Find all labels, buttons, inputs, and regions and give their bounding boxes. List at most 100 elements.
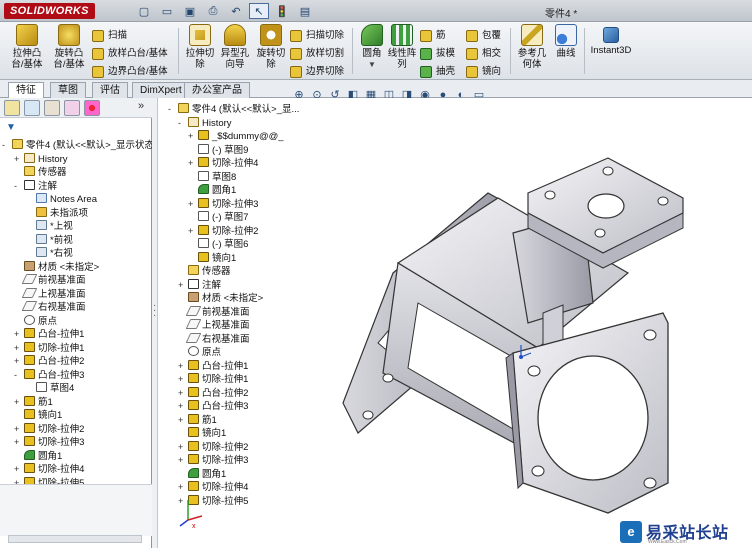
tree-item[interactable]: + 凸台-拉伸3 (178, 400, 248, 413)
tree-item[interactable]: + 切除-拉伸4 (14, 463, 84, 476)
tab-feature[interactable]: 特征 (8, 82, 44, 99)
tree-item[interactable]: + 筋1 (14, 395, 53, 409)
tree-item[interactable]: 未指派项 (26, 206, 88, 220)
sweep-button[interactable]: 扫描 (92, 28, 127, 44)
reference-geometry-button[interactable]: 参考几 何体 (513, 24, 551, 76)
undo-icon[interactable]: ↶ (226, 3, 246, 19)
expand-toggle-icon[interactable]: + (14, 328, 22, 341)
tree-item[interactable]: 镜向1 (178, 427, 226, 440)
tree-item[interactable]: - History (178, 116, 232, 130)
rib-button[interactable]: 筋 (420, 28, 446, 44)
loft-boss-button[interactable]: 放样凸台/基体 (92, 46, 168, 62)
expand-toggle-icon[interactable]: + (178, 387, 186, 400)
tab-sketch[interactable]: 草图 (50, 82, 86, 98)
extrude-boss-button[interactable]: 拉伸凸 台/基体 (8, 24, 46, 76)
swept-cut-button[interactable]: 扫描切除 (290, 28, 344, 44)
expand-toggle-icon[interactable]: + (188, 198, 196, 211)
tree-item[interactable]: + 切除-拉伸4 (178, 481, 248, 494)
tree-item[interactable]: 传感器 (178, 265, 231, 278)
tree-item[interactable]: 圆角1 (188, 184, 236, 197)
tree-item[interactable]: + 凸台-拉伸2 (178, 386, 248, 400)
tree-item[interactable]: 材质 <未指定> (14, 260, 99, 274)
expand-toggle-icon[interactable]: + (178, 400, 186, 413)
expand-toggle-icon[interactable]: + (188, 225, 196, 238)
draft-button[interactable]: 拔模 (420, 46, 455, 62)
tree-item[interactable]: (-) 草图6 (188, 238, 248, 251)
open-folder-icon[interactable]: ▭ (157, 3, 177, 19)
mirror-button[interactable]: 镜向 (466, 64, 501, 80)
tree-root[interactable]: - 零件4 (默认<<默认>_显... (168, 103, 299, 116)
tree-item[interactable]: 原点 (178, 346, 221, 359)
expand-toggle-icon[interactable]: - (14, 369, 22, 382)
tree-item[interactable]: *上视 (26, 220, 73, 233)
boundary-boss-button[interactable]: 边界凸台/基体 (92, 64, 168, 80)
property-manager-icon[interactable] (24, 100, 40, 116)
tree-item[interactable]: + 切除-拉伸3 (188, 197, 258, 211)
tree-item[interactable]: + 切除-拉伸3 (178, 454, 248, 467)
select-cursor-icon[interactable]: ↖ (249, 3, 269, 19)
expand-toggle-icon[interactable]: + (178, 414, 186, 427)
expand-toggle-icon[interactable]: + (178, 454, 186, 467)
shell-button[interactable]: 抽壳 (420, 64, 455, 80)
wrap-button[interactable]: 包覆 (466, 28, 501, 44)
tree-item[interactable]: 圆角1 (14, 449, 62, 463)
dimxpert-manager-icon[interactable] (64, 100, 80, 116)
options-icon[interactable]: ▤ (295, 3, 315, 19)
tree-root[interactable]: - 零件4 (默认<<默认>_显示状态 (2, 139, 154, 152)
tree-item[interactable]: *前视 (26, 233, 73, 247)
tree-item[interactable]: 传感器 (14, 166, 67, 179)
display-manager-icon[interactable] (84, 100, 100, 116)
configuration-manager-icon[interactable] (44, 100, 60, 116)
rebuild-icon[interactable]: 🚦 (272, 3, 292, 19)
tree-item[interactable]: + 凸台-拉伸1 (178, 359, 248, 373)
tree-item[interactable]: (-) 草图9 (188, 143, 248, 157)
revolve-cut-button[interactable]: 旋转切除 (252, 24, 290, 76)
tree-item[interactable]: + 注解 (178, 278, 221, 292)
tree-item[interactable]: + 筋1 (178, 413, 217, 427)
tree-item[interactable]: 镜向1 (188, 251, 236, 265)
expand-toggle-icon[interactable]: + (178, 360, 186, 373)
expand-toggle-icon[interactable]: + (14, 463, 22, 476)
tree-item[interactable]: 前视基准面 (14, 274, 86, 287)
expand-toggle-icon[interactable]: + (14, 436, 22, 449)
print-icon[interactable]: ⎙ (203, 3, 223, 19)
expand-toggle-icon[interactable]: - (178, 117, 186, 130)
tree-item[interactable]: Notes Area (26, 193, 97, 206)
tree-item[interactable]: - 注解 (14, 179, 57, 193)
tree-item[interactable]: + 切除-拉伸2 (178, 440, 248, 454)
tree-item[interactable]: + 切除-拉伸2 (188, 224, 258, 238)
expand-toggle-icon[interactable]: + (178, 441, 186, 454)
tree-item[interactable]: + 切除-拉伸1 (178, 373, 248, 386)
tree-item[interactable]: 右视基准面 (178, 332, 250, 346)
tree-item[interactable]: *右视 (26, 247, 73, 260)
new-doc-icon[interactable]: ▢ (134, 3, 154, 19)
expand-toggle-icon[interactable]: + (14, 423, 22, 436)
tree-item[interactable]: 材质 <未指定> (178, 292, 263, 305)
expand-toggle-icon[interactable]: + (14, 342, 22, 355)
feature-manager-icon[interactable] (4, 100, 20, 116)
tree-item[interactable]: + 切除-拉伸2 (14, 422, 84, 436)
expand-toggle-icon[interactable]: + (188, 157, 196, 170)
tree-item[interactable]: 草图4 (26, 382, 74, 395)
fillet-dropdown-icon[interactable]: ▼ (368, 60, 376, 69)
collapse-toggle-icon[interactable]: - (2, 139, 10, 152)
linear-pattern-button[interactable]: 线性阵列 (383, 24, 421, 76)
tree-item[interactable]: - 凸台-拉伸3 (14, 368, 84, 382)
tree-item[interactable]: 前视基准面 (178, 305, 250, 319)
filter-icon[interactable]: ▼ (6, 122, 20, 134)
tab-dimxpert[interactable]: DimXpert (132, 82, 190, 98)
tree-item[interactable]: 圆角1 (178, 467, 226, 481)
revolve-boss-button[interactable]: 旋转凸 台/基体 (50, 24, 88, 76)
expand-toggle-icon[interactable]: - (14, 180, 22, 193)
expand-toggle-icon[interactable]: + (178, 481, 186, 494)
tab-evaluate[interactable]: 评估 (92, 82, 128, 98)
horizontal-scrollbar[interactable] (8, 535, 142, 543)
tree-item[interactable]: 镜向1 (14, 409, 62, 422)
hole-wizard-button[interactable]: 异型孔 向导 (216, 24, 254, 76)
tree-item[interactable]: + 凸台-拉伸1 (14, 328, 84, 341)
tree-item[interactable]: + 凸台-拉伸2 (14, 355, 84, 368)
expand-toggle-icon[interactable]: + (178, 279, 186, 292)
tree-item[interactable]: 上视基准面 (14, 287, 86, 301)
lofted-cut-button[interactable]: 放样切割 (290, 46, 344, 62)
expand-toggle-icon[interactable]: + (14, 396, 22, 409)
